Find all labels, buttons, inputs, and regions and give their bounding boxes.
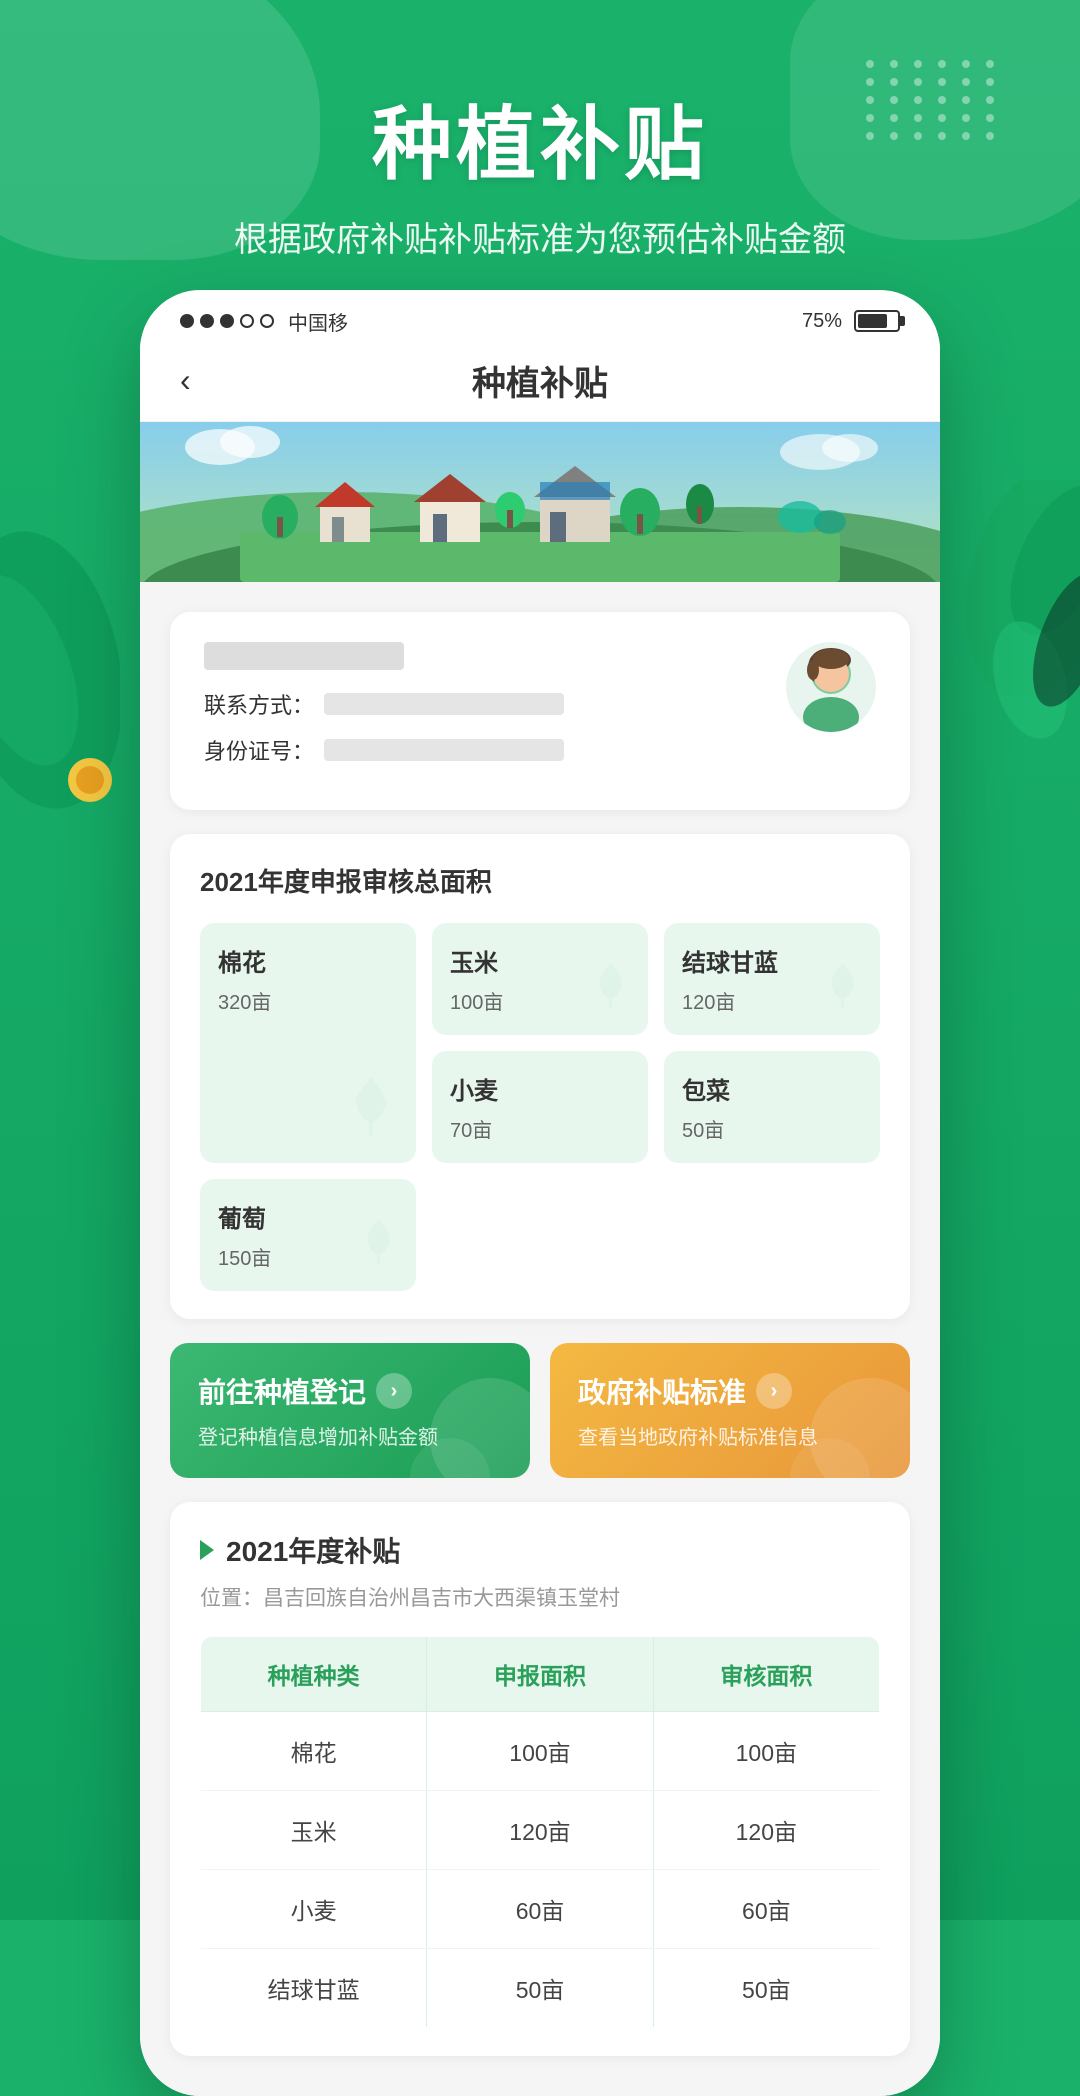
user-card: 联系方式： 身份证号： xyxy=(170,612,910,810)
nav-bar: ‹ 种植补贴 xyxy=(140,340,940,422)
table-cell: 玉米 xyxy=(201,1791,427,1870)
id-value-blur xyxy=(324,739,564,761)
signal-dot-3 xyxy=(220,314,234,328)
back-button[interactable]: ‹ xyxy=(180,362,191,399)
status-bar: 中国移 75% xyxy=(140,290,940,340)
signal-dot-5 xyxy=(260,314,274,328)
table-cell: 120亩 xyxy=(653,1791,879,1870)
table-cell: 棉花 xyxy=(201,1712,427,1791)
signal-dot-2 xyxy=(200,314,214,328)
table-row: 小麦60亩60亩 xyxy=(201,1870,880,1949)
user-info: 联系方式： 身份证号： xyxy=(204,642,786,780)
standard-button[interactable]: 政府补贴标准 › 查看当地政府补贴标准信息 xyxy=(550,1343,910,1478)
signal-dot-1 xyxy=(180,314,194,328)
id-row: 身份证号： xyxy=(204,734,786,766)
crop-name-cotton: 棉花 xyxy=(218,943,398,978)
nav-title: 种植补贴 xyxy=(472,356,608,405)
crop-area-wheat: 70亩 xyxy=(450,1114,630,1143)
crop-name-bokchoy: 包菜 xyxy=(682,1071,862,1106)
col-header-approved: 审核面积 xyxy=(653,1637,879,1712)
crop-area-bokchoy: 50亩 xyxy=(682,1114,862,1143)
table-header-row: 种植种类 申报面积 审核面积 xyxy=(201,1637,880,1712)
title-section: 种植补贴 根据政府补贴补贴标准为您预估补贴金额 xyxy=(0,80,1080,261)
stats-title: 2021年度申报审核总面积 xyxy=(200,862,880,899)
table-row: 棉花100亩100亩 xyxy=(201,1712,880,1791)
standard-arrow: › xyxy=(756,1373,792,1409)
content-area: 联系方式： 身份证号： xyxy=(140,582,940,2096)
battery-fill xyxy=(858,314,887,328)
subsidy-table: 种植种类 申报面积 审核面积 棉花100亩100亩玉米120亩120亩小麦60亩… xyxy=(200,1636,880,2028)
table-cell: 100亩 xyxy=(427,1712,653,1791)
subsidy-section: 2021年度补贴 位置：昌吉回族自治州昌吉市大西渠镇玉堂村 种植种类 申报面积 … xyxy=(170,1502,910,2056)
page-main-title: 种植补贴 xyxy=(0,80,1080,196)
subsidy-header: 2021年度补贴 xyxy=(200,1530,880,1570)
crop-icon-grape xyxy=(351,1215,406,1283)
status-left: 中国移 xyxy=(180,307,348,336)
contact-value-blur xyxy=(324,693,564,715)
crop-icon-cabbage xyxy=(815,959,870,1027)
battery-pct: 75% xyxy=(802,310,842,333)
crop-card-cabbage: 结球甘蓝 120亩 xyxy=(664,923,880,1035)
triangle-icon xyxy=(200,1540,214,1560)
crop-card-wheat: 小麦 70亩 xyxy=(432,1051,648,1163)
register-arrow: › xyxy=(376,1373,412,1409)
crop-card-bokchoy: 包菜 50亩 xyxy=(664,1051,880,1163)
signal-dot-4 xyxy=(240,314,254,328)
contact-row: 联系方式： xyxy=(204,688,786,720)
crop-card-corn: 玉米 100亩 xyxy=(432,923,648,1035)
crops-grid: 棉花 320亩 玉米 100亩 xyxy=(200,923,880,1291)
crop-name-wheat: 小麦 xyxy=(450,1071,630,1106)
table-cell: 60亩 xyxy=(653,1870,879,1949)
status-right: 75% xyxy=(802,310,900,333)
stats-section: 2021年度申报审核总面积 棉花 320亩 xyxy=(170,834,910,1319)
table-cell: 结球甘蓝 xyxy=(201,1949,427,2028)
crop-icon-corn xyxy=(583,959,638,1027)
table-row: 玉米120亩120亩 xyxy=(201,1791,880,1870)
table-row: 结球甘蓝50亩50亩 xyxy=(201,1949,880,2028)
table-cell: 50亩 xyxy=(427,1949,653,2028)
table-cell: 50亩 xyxy=(653,1949,879,2028)
subsidy-year: 2021年度补贴 xyxy=(226,1530,400,1570)
crop-card-grape: 葡萄 150亩 xyxy=(200,1179,416,1291)
page-sub-title: 根据政府补贴补贴标准为您预估补贴金额 xyxy=(0,212,1080,261)
user-avatar xyxy=(786,642,876,732)
subsidy-location: 位置：昌吉回族自治州昌吉市大西渠镇玉堂村 xyxy=(200,1582,880,1612)
user-name-blur xyxy=(204,642,404,670)
id-label: 身份证号： xyxy=(204,734,314,766)
table-cell: 小麦 xyxy=(201,1870,427,1949)
hero-area xyxy=(140,422,940,582)
battery-icon xyxy=(854,310,900,332)
table-cell: 120亩 xyxy=(427,1791,653,1870)
crop-icon-cotton xyxy=(336,1072,406,1155)
col-header-reported: 申报面积 xyxy=(427,1637,653,1712)
crop-card-cotton: 棉花 320亩 xyxy=(200,923,416,1163)
carrier-label: 中国移 xyxy=(288,307,348,336)
table-cell: 100亩 xyxy=(653,1712,879,1791)
register-button[interactable]: 前往种植登记 › 登记种植信息增加补贴金额 xyxy=(170,1343,530,1478)
action-row: 前往种植登记 › 登记种植信息增加补贴金额 政府补贴标准 › 查看当地政府补贴标… xyxy=(170,1343,910,1478)
contact-label: 联系方式： xyxy=(204,688,314,720)
phone-mockup: 中国移 75% ‹ 种植补贴 xyxy=(140,290,940,2096)
col-header-type: 种植种类 xyxy=(201,1637,427,1712)
table-cell: 60亩 xyxy=(427,1870,653,1949)
crop-area-cotton: 320亩 xyxy=(218,986,398,1015)
